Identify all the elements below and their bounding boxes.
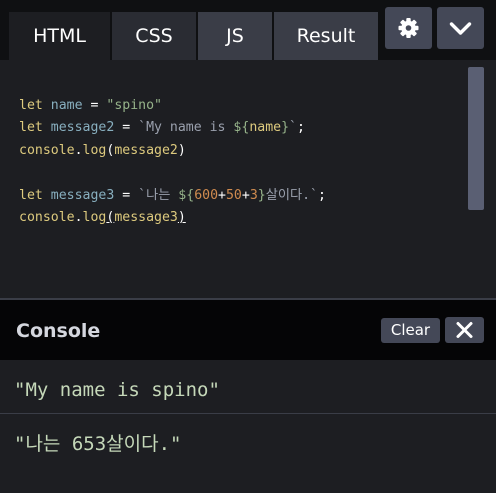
tab-js[interactable]: JS (198, 12, 272, 60)
code-line: let message3 = `나는 ${600+50+3}살이다.`; (19, 187, 326, 203)
code-line: console.log(message2) (19, 142, 186, 158)
console-log-entry: "My name is spino" (0, 360, 496, 414)
tab-result[interactable]: Result (274, 12, 378, 60)
editor-scrollbar[interactable] (468, 67, 484, 210)
console-output: "My name is spino" "나는 653살이다." (0, 360, 496, 493)
gear-icon (398, 18, 419, 38)
tab-bar: HTML CSS JS Result (0, 0, 496, 60)
js-code-editor[interactable]: let name = "spino" let message2 = `My nam… (0, 60, 496, 298)
tab-html[interactable]: HTML (9, 12, 110, 60)
code-line: console.log(message3) (19, 209, 186, 225)
close-console-button[interactable] (445, 317, 484, 343)
clear-button[interactable]: Clear (381, 318, 440, 343)
chevron-down-icon (449, 22, 472, 35)
console-title: Console (16, 320, 101, 342)
code-line: let name = "spino" (19, 98, 162, 113)
close-icon (456, 322, 473, 338)
collapse-button[interactable] (437, 7, 484, 49)
console-header: Console Clear (0, 300, 496, 360)
tab-css[interactable]: CSS (112, 12, 196, 60)
codepen-editor: HTML CSS JS Result let name = "spino" le… (0, 0, 496, 493)
code-line: let message2 = `My name is ${name}`; (19, 120, 305, 136)
console-log-entry: "나는 653살이다." (14, 433, 182, 455)
settings-button[interactable] (385, 7, 432, 49)
code-content[interactable]: let name = "spino" let message2 = `My nam… (19, 95, 326, 229)
